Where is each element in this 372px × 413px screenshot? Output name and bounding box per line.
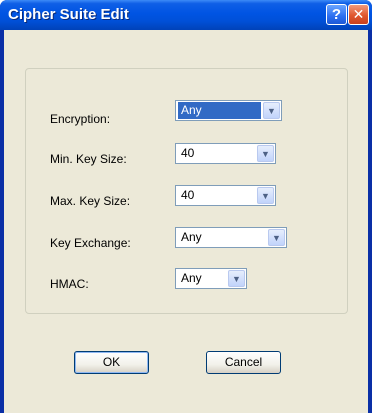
- hmac-select[interactable]: Any ▼: [175, 268, 247, 289]
- max-key-size-select[interactable]: 40 ▼: [175, 185, 276, 206]
- encryption-select[interactable]: Any ▼: [175, 100, 282, 121]
- min-key-size-label: Min. Key Size:: [50, 152, 127, 166]
- key-exchange-label: Key Exchange:: [50, 236, 131, 250]
- min-key-size-select[interactable]: 40 ▼: [175, 143, 276, 164]
- encryption-label: Encryption:: [50, 112, 111, 126]
- cancel-button[interactable]: Cancel: [206, 351, 281, 374]
- key-exchange-value: Any: [181, 230, 202, 244]
- min-key-size-value: 40: [181, 146, 195, 160]
- max-key-size-label: Max. Key Size:: [50, 194, 131, 208]
- key-exchange-select[interactable]: Any ▼: [175, 227, 287, 248]
- title-bar[interactable]: Cipher Suite Edit ? ✕: [0, 0, 372, 30]
- encryption-value: Any: [178, 102, 261, 119]
- ok-button[interactable]: OK: [74, 351, 149, 374]
- hmac-label: HMAC:: [50, 277, 89, 291]
- dialog-window: Cipher Suite Edit ? ✕ Encryption: Any ▼ …: [0, 0, 372, 413]
- dialog-body: Encryption: Any ▼ Min. Key Size: 40 ▼ Ma…: [4, 30, 368, 413]
- max-key-size-value: 40: [181, 188, 195, 202]
- chevron-down-icon[interactable]: ▼: [263, 102, 280, 119]
- chevron-down-icon[interactable]: ▼: [268, 229, 285, 246]
- chevron-down-icon[interactable]: ▼: [228, 270, 245, 287]
- close-icon: ✕: [352, 6, 365, 22]
- close-button[interactable]: ✕: [348, 4, 369, 25]
- chevron-down-icon[interactable]: ▼: [257, 187, 274, 204]
- dialog-title: Cipher Suite Edit: [8, 6, 129, 23]
- chevron-down-icon[interactable]: ▼: [257, 145, 274, 162]
- help-button[interactable]: ?: [326, 4, 347, 25]
- help-icon: ?: [331, 6, 342, 23]
- hmac-value: Any: [181, 271, 202, 285]
